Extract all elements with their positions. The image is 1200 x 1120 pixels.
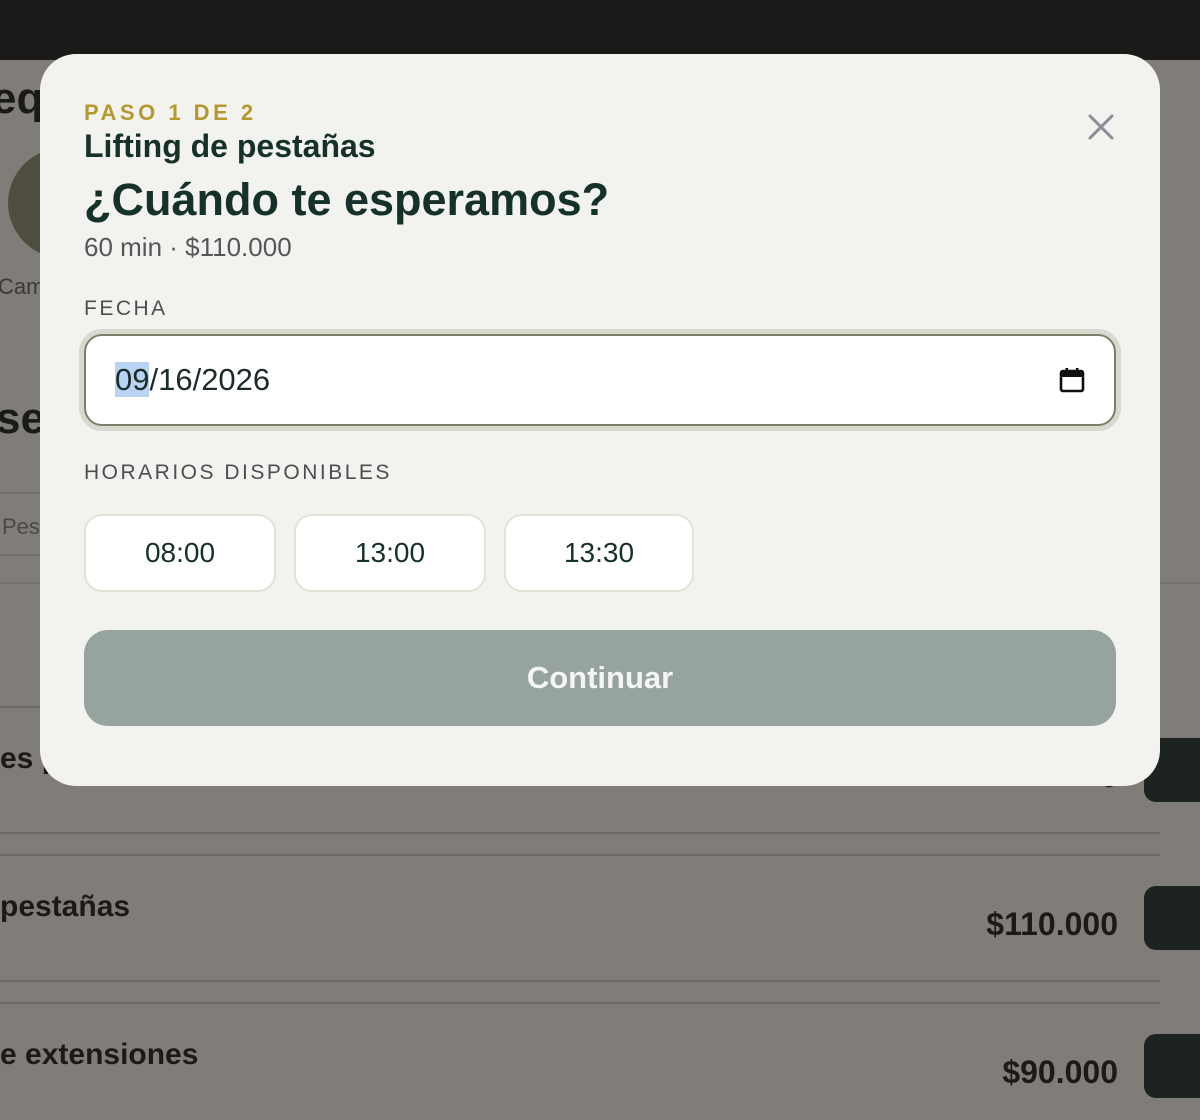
time-slot-button[interactable]: 08:00 [84,514,276,592]
top-bar [0,0,1200,60]
booking-modal: PASO 1 DE 2 Lifting de pestañas ¿Cuándo … [40,54,1160,786]
time-slots-label: HORARIOS DISPONIBLES [84,461,392,484]
service-card-title: e extensiones [0,1038,199,1071]
date-label: FECHA [84,297,168,320]
service-card-price: $110.000 [986,906,1118,942]
service-card-button [1144,886,1200,950]
service-card-button [1144,1034,1200,1098]
modal-title: ¿Cuándo te esperamos? [84,174,610,225]
background-avatar-caption: Cam [0,274,45,299]
time-slot-button[interactable]: 13:00 [294,514,486,592]
close-button[interactable] [1080,106,1122,148]
calendar-icon[interactable] [1058,366,1086,394]
continue-button[interactable]: Continuar [84,630,1116,726]
background-heading: eq [0,74,44,123]
time-slot-button[interactable]: 13:30 [504,514,694,592]
service-card-price: $90.000 [1002,1054,1118,1090]
date-rest[interactable]: /16/2026 [149,362,270,397]
service-duration-price: 60 min · $110.000 [84,232,292,262]
background-service-card: pestañas $110.000 [0,854,1200,982]
step-indicator: PASO 1 DE 2 [84,100,257,125]
time-slots: 08:00 13:00 13:30 [84,514,694,592]
date-month-segment[interactable]: 09 [115,362,150,397]
background-service-card: e extensiones $90.000 [0,1002,1200,1120]
service-card-title: pestañas [0,890,131,923]
date-value[interactable]: 09/16/2026 [115,362,1058,398]
date-input[interactable]: 09/16/2026 [84,334,1116,426]
close-icon [1088,114,1114,140]
service-name: Lifting de pestañas [84,128,376,164]
